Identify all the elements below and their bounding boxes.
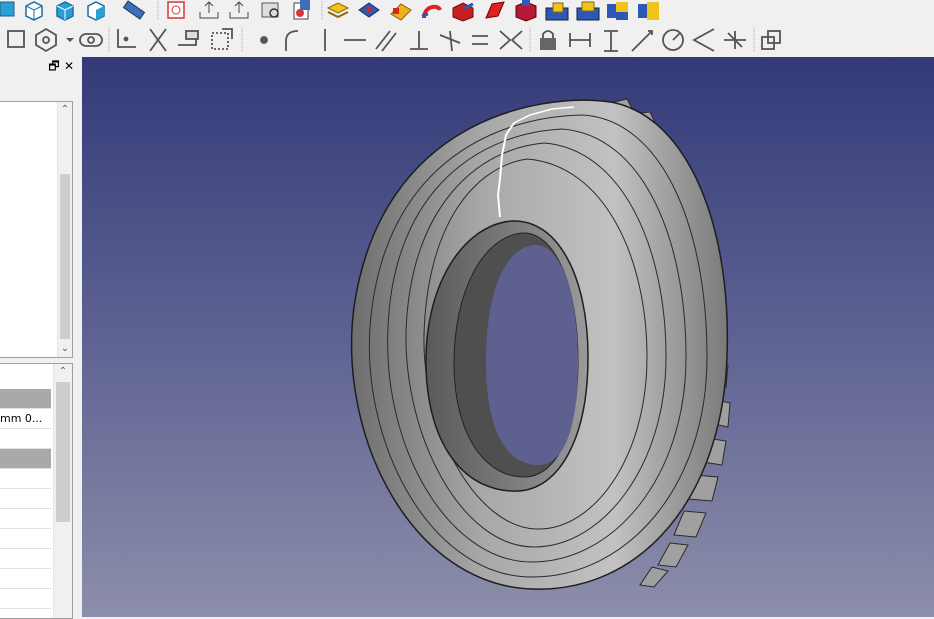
slot-icon[interactable] bbox=[79, 33, 103, 47]
tree-scrollbar[interactable]: ⌃ ⌄ bbox=[57, 102, 72, 357]
3d-viewport[interactable] bbox=[82, 57, 934, 617]
measure-icon[interactable] bbox=[122, 0, 146, 20]
equal-icon[interactable] bbox=[472, 35, 488, 45]
toggle-construction-icon[interactable] bbox=[761, 30, 781, 50]
symmetric-icon[interactable] bbox=[499, 30, 523, 50]
inspect-icon[interactable] bbox=[261, 2, 279, 18]
section-icon[interactable] bbox=[638, 2, 659, 20]
sketch-rect-icon[interactable] bbox=[7, 30, 25, 48]
sketcher-toolbar-icons bbox=[7, 27, 781, 53]
tube-icon[interactable] bbox=[421, 4, 442, 19]
property-row[interactable] bbox=[0, 429, 51, 449]
property-row[interactable] bbox=[0, 509, 51, 529]
scroll-down-icon[interactable]: ⌄ bbox=[58, 343, 72, 355]
point-constraint-icon[interactable] bbox=[260, 36, 268, 44]
float-panel-button[interactable]: 🗗 bbox=[48, 60, 60, 72]
scrollbar-thumb[interactable] bbox=[56, 382, 70, 522]
panel-title-bar: 🗗 ✕ bbox=[0, 57, 82, 77]
property-row[interactable] bbox=[0, 469, 51, 489]
vert-distance-icon[interactable] bbox=[604, 30, 618, 52]
property-row[interactable] bbox=[0, 569, 51, 589]
cut-icon[interactable] bbox=[576, 1, 600, 21]
top-toolbar bbox=[0, 0, 934, 22]
fuse-icon[interactable] bbox=[545, 2, 569, 21]
snell-icon[interactable] bbox=[724, 31, 746, 49]
combo-view-panel: 🗗 ✕ ⌃ ⌄ mm 0... ⌃ bbox=[0, 57, 82, 619]
lock-icon[interactable] bbox=[540, 30, 556, 50]
view-front-icon[interactable] bbox=[0, 1, 15, 17]
view-right-icon[interactable] bbox=[56, 1, 74, 21]
tangent-constraint-icon[interactable] bbox=[439, 30, 461, 52]
property-row[interactable] bbox=[0, 489, 51, 509]
export-icon[interactable] bbox=[199, 1, 219, 19]
trim-icon[interactable] bbox=[149, 28, 167, 52]
property-scrollbar[interactable]: ⌃ bbox=[53, 364, 72, 618]
angle-icon[interactable] bbox=[692, 28, 715, 52]
perpendicular-icon[interactable] bbox=[410, 31, 428, 50]
tangent-icon[interactable] bbox=[285, 30, 299, 51]
property-row[interactable]: mm 0... bbox=[0, 409, 51, 429]
property-row[interactable] bbox=[0, 589, 51, 609]
external-icon[interactable] bbox=[211, 28, 233, 50]
property-group-row[interactable] bbox=[0, 389, 51, 409]
solid-icon[interactable] bbox=[485, 1, 505, 19]
scroll-up-icon[interactable]: ⌃ bbox=[58, 104, 72, 116]
cylinder-icon[interactable] bbox=[390, 3, 412, 21]
refine-icon[interactable] bbox=[293, 0, 310, 20]
radius-icon[interactable] bbox=[662, 29, 684, 51]
scroll-up-icon[interactable]: ⌃ bbox=[54, 366, 72, 378]
distance-icon[interactable] bbox=[631, 30, 653, 52]
horiz-distance-icon[interactable] bbox=[569, 33, 591, 47]
model-tree-view[interactable]: ⌃ ⌄ bbox=[0, 101, 73, 358]
box-icon[interactable] bbox=[358, 2, 380, 18]
tire-model[interactable] bbox=[82, 57, 934, 617]
common-icon[interactable] bbox=[607, 2, 628, 20]
view-top-icon[interactable] bbox=[25, 1, 43, 21]
dropdown-arrow-icon[interactable] bbox=[66, 38, 74, 42]
layers-icon[interactable] bbox=[326, 2, 350, 19]
property-group-row[interactable] bbox=[0, 449, 51, 469]
sketch-icon[interactable] bbox=[167, 1, 185, 19]
sketcher-toolbar bbox=[0, 23, 934, 58]
parallel-icon[interactable] bbox=[375, 30, 397, 52]
property-view[interactable]: mm 0... ⌃ bbox=[0, 363, 73, 619]
part-icon[interactable] bbox=[515, 0, 537, 22]
inner-hole-void bbox=[486, 244, 578, 465]
extend-icon[interactable] bbox=[178, 30, 199, 46]
scrollbar-thumb[interactable] bbox=[60, 174, 70, 339]
polygon-icon[interactable] bbox=[35, 27, 57, 53]
fillet-icon[interactable] bbox=[117, 29, 136, 48]
property-row[interactable] bbox=[0, 529, 51, 549]
close-panel-button[interactable]: ✕ bbox=[63, 60, 75, 72]
top-toolbar-icons bbox=[0, 0, 659, 22]
pocket-icon[interactable] bbox=[452, 2, 474, 22]
import-icon[interactable] bbox=[229, 1, 249, 19]
view-iso-icon[interactable] bbox=[87, 1, 105, 21]
property-row[interactable] bbox=[0, 549, 51, 569]
